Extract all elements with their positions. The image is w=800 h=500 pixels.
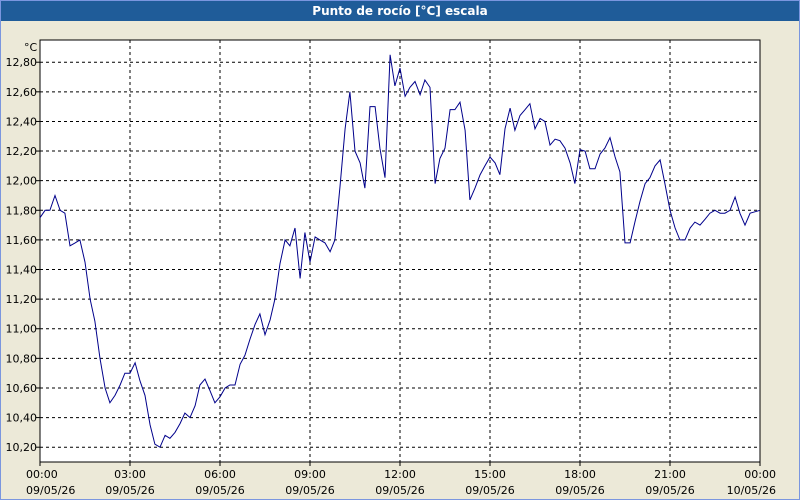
x-tick-date-label: 09/05/26 — [105, 484, 154, 497]
x-tick-date-label: 09/05/26 — [555, 484, 604, 497]
x-axis: 00:00 09/05/26 03:00 09/05/26 06:00 09/05/26 0… — [26, 462, 776, 497]
x-tick-date-label: 09/05/26 — [26, 484, 75, 497]
y-tick-label: 10,20 — [6, 441, 38, 454]
x-tick-time-label: 15:00 — [474, 468, 506, 481]
x-tick-time-label: 09:00 — [294, 468, 326, 481]
y-tick-label: 12,40 — [6, 115, 38, 128]
y-tick-label: 12,00 — [6, 175, 38, 188]
x-tick-date-label: 09/05/26 — [465, 484, 514, 497]
x-tick-date-label: 09/05/26 — [375, 484, 424, 497]
y-tick-label: 10,40 — [6, 412, 38, 425]
y-tick-label: 11,20 — [6, 293, 38, 306]
y-tick-label: 12,60 — [6, 86, 38, 99]
dew-point-chart: 12,80 12,60 12,40 12,20 12,00 11,80 11,60 11,40… — [6, 39, 776, 497]
x-tick-time-label: 03:00 — [114, 468, 146, 481]
y-tick-label: 11,80 — [6, 204, 38, 217]
x-tick-date-label: 09/05/26 — [285, 484, 334, 497]
x-tick-time-label: 21:00 — [654, 468, 686, 481]
y-tick-label: 12,20 — [6, 145, 38, 158]
x-tick-time-label: 06:00 — [204, 468, 236, 481]
y-axis-unit-label: °C — [24, 41, 38, 54]
x-tick-date-label: 10/05/26 — [727, 484, 776, 497]
y-tick-label: 10,80 — [6, 352, 38, 365]
x-tick-date-label: 09/05/26 — [645, 484, 694, 497]
y-tick-label: 11,00 — [6, 323, 38, 336]
y-tick-label: 10,60 — [6, 382, 38, 395]
x-tick-time-label: 00:00 — [744, 468, 776, 481]
y-tick-label: 11,40 — [6, 264, 38, 277]
x-tick-time-label: 18:00 — [564, 468, 596, 481]
x-tick-time-label: 12:00 — [384, 468, 416, 481]
y-tick-label: 12,80 — [6, 56, 38, 69]
x-tick-time-label: 00:00 — [26, 468, 58, 481]
y-tick-label: 11,60 — [6, 234, 38, 247]
y-axis: 12,80 12,60 12,40 12,20 12,00 11,80 11,60 11,40… — [6, 56, 40, 454]
x-tick-date-label: 09/05/26 — [195, 484, 244, 497]
